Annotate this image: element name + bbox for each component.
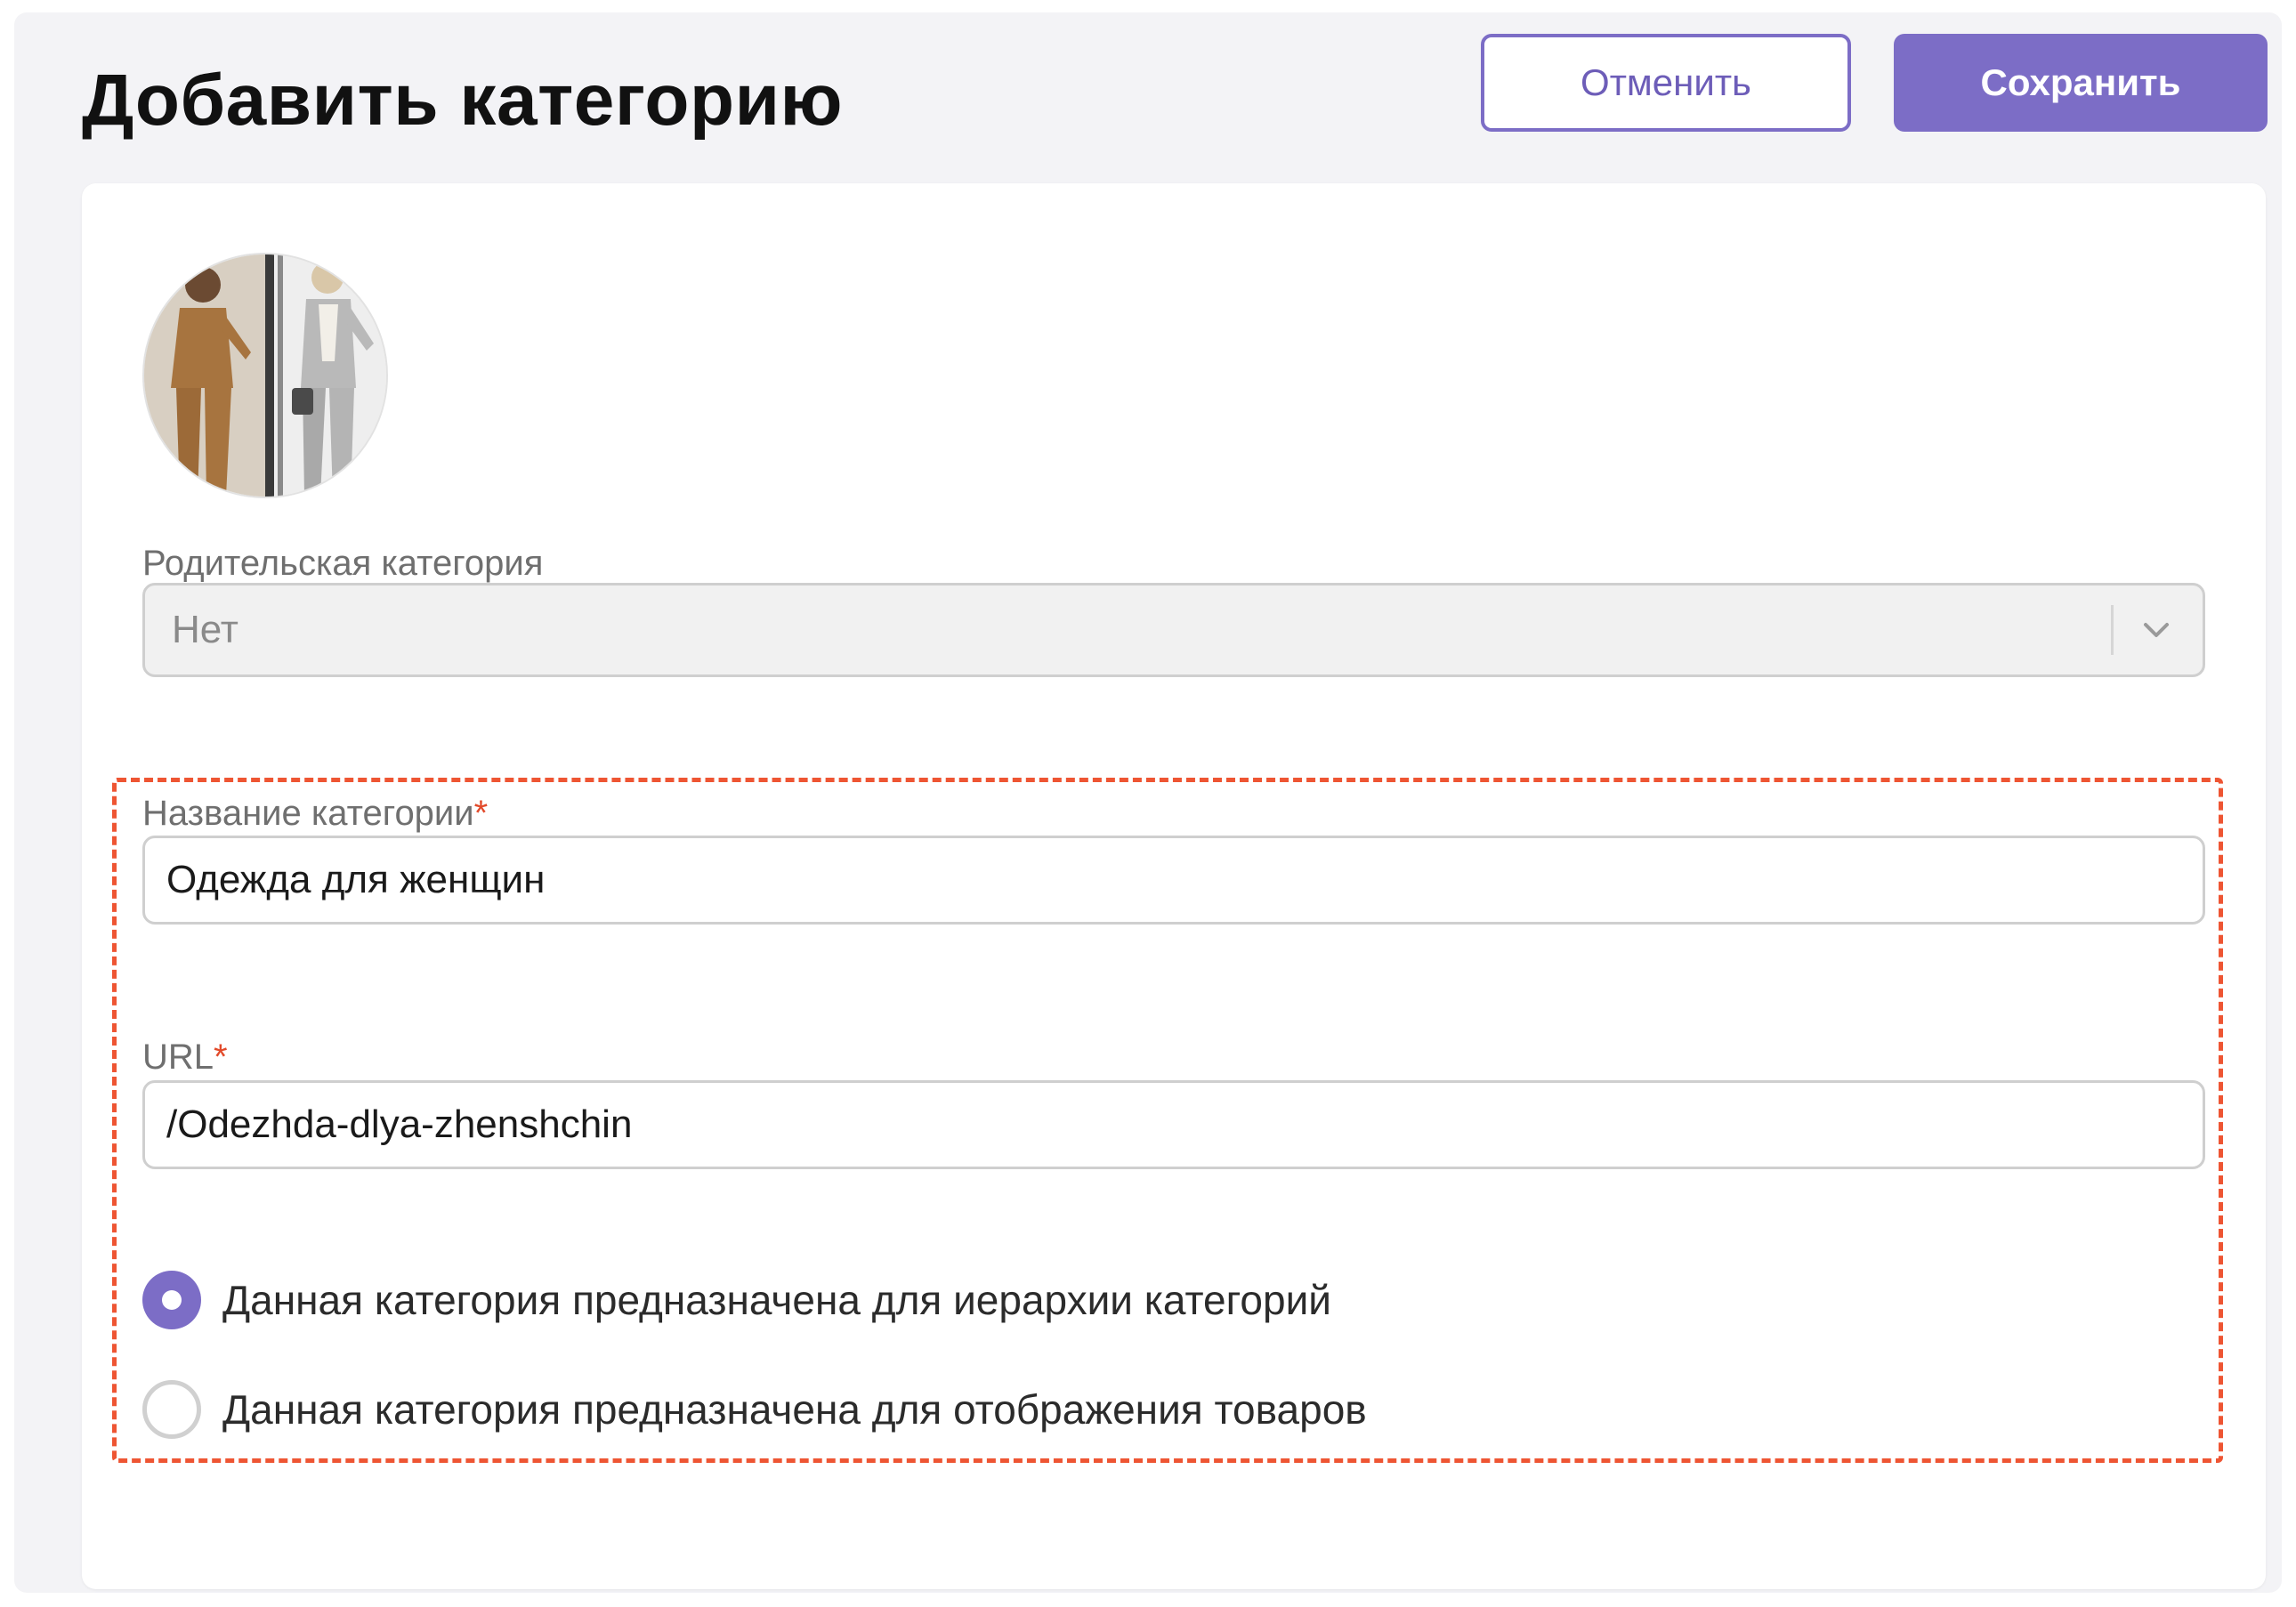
url-label: URL* — [142, 1038, 228, 1078]
category-image[interactable] — [142, 253, 388, 498]
chevron-down-icon — [2144, 623, 2169, 637]
category-name-label: Название категории* — [142, 794, 488, 834]
radio-hierarchy-label: Данная категория предназначена для иерар… — [222, 1277, 1331, 1323]
save-button[interactable]: Сохранить — [1894, 34, 2268, 132]
page-title: Добавить категорию — [82, 60, 844, 141]
url-label-text: URL — [142, 1038, 214, 1077]
category-name-value: Одежда для женщин — [166, 858, 546, 901]
radio-products-label: Данная категория предназначена для отобр… — [222, 1386, 1367, 1433]
radio-category-hierarchy[interactable]: Данная категория предназначена для иерар… — [142, 1271, 1331, 1329]
parent-category-select[interactable]: Нет — [142, 583, 2205, 677]
parent-category-label: Родительская категория — [142, 544, 544, 583]
category-photo-illustration — [144, 254, 386, 497]
category-name-label-text: Название категории — [142, 794, 474, 833]
cancel-button[interactable]: Отменить — [1481, 34, 1851, 132]
select-divider — [2111, 605, 2114, 655]
required-mark: * — [214, 1038, 228, 1077]
url-value: /Odezhda-dlya-zhenshchin — [166, 1102, 633, 1146]
radio-selected-icon[interactable] — [142, 1271, 201, 1329]
category-form-card: Родительская категория Нет Название кате… — [82, 183, 2266, 1589]
radio-unselected-icon[interactable] — [142, 1380, 201, 1439]
radio-category-products[interactable]: Данная категория предназначена для отобр… — [142, 1380, 1367, 1439]
required-mark: * — [473, 794, 489, 833]
category-name-input[interactable]: Одежда для женщин — [142, 836, 2205, 925]
url-input[interactable]: /Odezhda-dlya-zhenshchin — [142, 1080, 2205, 1169]
parent-category-value: Нет — [172, 608, 238, 651]
page: Добавить категорию Отменить Сохранить Ро… — [14, 12, 2282, 1593]
